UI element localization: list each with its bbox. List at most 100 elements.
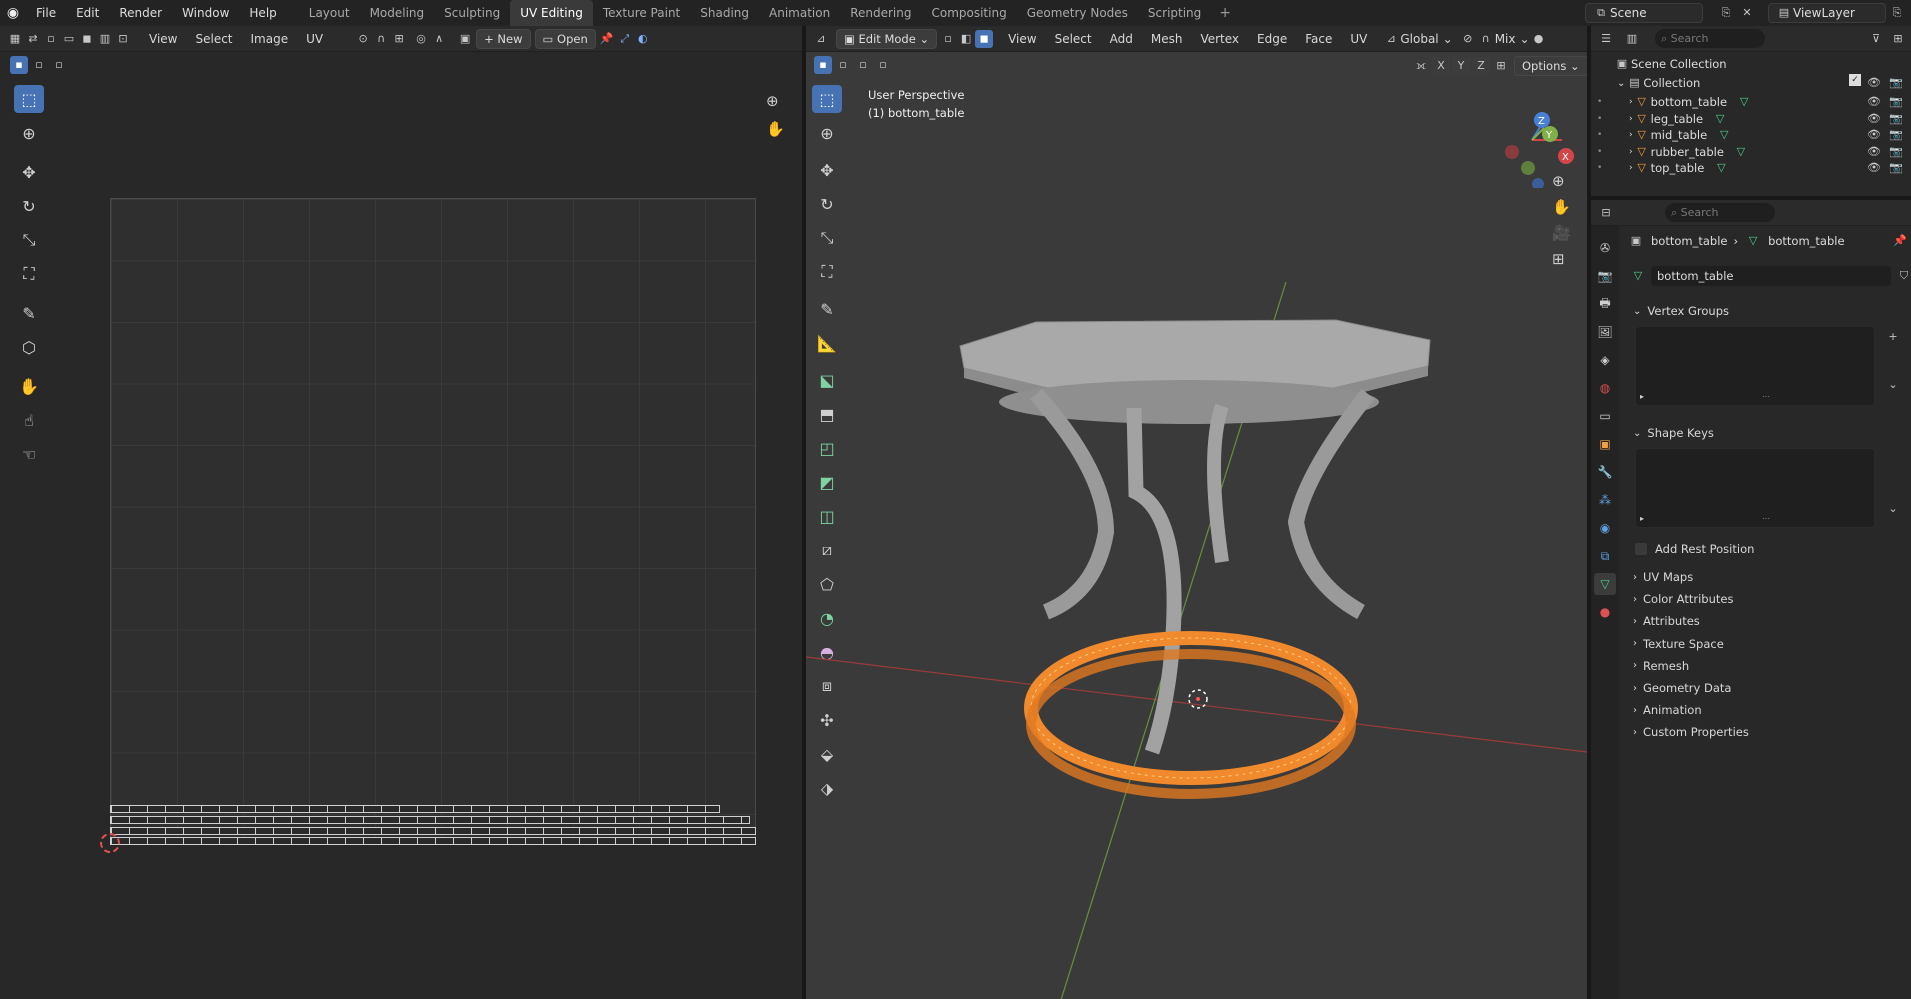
expand-collection-icon[interactable]: ⌄ xyxy=(1617,78,1625,89)
new-image-button[interactable]: + New xyxy=(476,28,531,49)
vertex-groups-panel-header[interactable]: ⌄ Vertex Groups xyxy=(1633,300,1729,322)
workspace-tab-compositing[interactable]: Compositing xyxy=(921,0,1016,26)
rotate-tool-icon[interactable]: ↻ xyxy=(14,192,44,220)
uv-menu-view[interactable]: View xyxy=(140,26,186,52)
mesh-browse-icon[interactable]: ▽ xyxy=(1629,267,1647,285)
add-rest-position-checkbox[interactable] xyxy=(1635,543,1647,555)
viewport-menu-edge[interactable]: Edge xyxy=(1248,26,1296,52)
editor-type-icon[interactable]: ⊿ xyxy=(812,30,830,48)
workspace-tab-scripting[interactable]: Scripting xyxy=(1138,0,1211,26)
menu-file[interactable]: File xyxy=(26,0,66,26)
new-scene-icon[interactable]: ⎘ xyxy=(1717,4,1735,22)
editor-type-icon[interactable]: ☰ xyxy=(1597,30,1615,48)
viewport-menu-face[interactable]: Face xyxy=(1296,26,1341,52)
menu-help[interactable]: Help xyxy=(239,0,286,26)
editor-type-icon[interactable]: ⊟ xyxy=(1597,204,1615,222)
snap-target-icon[interactable]: ⊞ xyxy=(390,30,408,48)
annotate-tool-icon[interactable]: ✎ xyxy=(14,299,44,327)
workspace-tab-animation[interactable]: Animation xyxy=(759,0,840,26)
view-layer-selector[interactable]: ▤ ViewLayer xyxy=(1768,3,1886,23)
pin-icon[interactable]: 📌 xyxy=(598,30,616,48)
select-new-icon[interactable]: ▪ xyxy=(10,56,28,74)
menu-window[interactable]: Window xyxy=(172,0,239,26)
mesh-data-tab-icon[interactable]: ▽ xyxy=(1594,573,1616,595)
uv-menu-select[interactable]: Select xyxy=(186,26,241,52)
orientation-icon[interactable]: ⊿ xyxy=(1382,30,1400,48)
viewport-menu-vertex[interactable]: Vertex xyxy=(1191,26,1248,52)
render-icon[interactable]: 📷 xyxy=(1887,74,1905,92)
ortho-toggle-icon[interactable]: ⊞ xyxy=(1552,250,1571,268)
vertex-select-icon[interactable]: ▫ xyxy=(42,30,60,48)
list-expand-icon[interactable]: ▸ xyxy=(1640,514,1644,523)
workspace-tab-uv-editing[interactable]: UV Editing xyxy=(510,0,593,26)
mesh-name-field[interactable]: bottom_table xyxy=(1651,266,1891,286)
render-tab-icon[interactable]: 📷 xyxy=(1594,265,1616,287)
viewport-menu-mesh[interactable]: Mesh xyxy=(1142,26,1192,52)
falloff-icon[interactable]: ∧ xyxy=(430,30,448,48)
particles-tab-icon[interactable]: ⁂ xyxy=(1594,489,1616,511)
panel-color-attributes[interactable]: › Color Attributes xyxy=(1633,588,1903,610)
mesh-data-icon[interactable]: ▽ xyxy=(1712,159,1730,177)
panel-custom-properties[interactable]: › Custom Properties xyxy=(1633,721,1903,743)
shape-keys-list[interactable]: ▸ ⋯ xyxy=(1635,448,1875,528)
face-select-icon[interactable]: ◼ xyxy=(78,30,96,48)
island-select-icon[interactable]: ▥ xyxy=(96,30,114,48)
proportional-edit-icon[interactable]: ◎ xyxy=(412,30,430,48)
edge-mode-icon[interactable]: ◧ xyxy=(957,30,975,48)
new-collection-icon[interactable]: ⊞ xyxy=(1889,30,1907,48)
zoom-icon[interactable]: ⊕ xyxy=(1552,172,1571,190)
new-view-layer-icon[interactable]: ⎘ xyxy=(1888,4,1906,22)
material-tab-icon[interactable]: ● xyxy=(1594,601,1616,623)
panel-attributes[interactable]: › Attributes xyxy=(1633,610,1903,632)
vertex-group-menu-icon[interactable]: ⌄ xyxy=(1884,376,1902,394)
uv-menu-image[interactable]: Image xyxy=(242,26,298,52)
uv-grid[interactable] xyxy=(110,198,756,844)
add-rest-position-row[interactable]: Add Rest Position xyxy=(1635,538,1754,560)
editor-type-icon[interactable]: ▦ xyxy=(6,30,24,48)
outliner-search[interactable]: ⌕ Search xyxy=(1655,29,1765,48)
workspace-tab-sculpting[interactable]: Sculpting xyxy=(434,0,510,26)
physics-tab-icon[interactable]: ◉ xyxy=(1594,517,1616,539)
viewport-menu-view[interactable]: View xyxy=(999,26,1045,52)
visibility-icon[interactable]: 👁 xyxy=(1865,74,1883,92)
add-workspace-icon[interactable]: + xyxy=(1211,5,1239,21)
world-tab-icon[interactable]: ◍ xyxy=(1594,377,1616,399)
view-layer-tab-icon[interactable]: 🖼 xyxy=(1594,321,1616,343)
image-browse-icon[interactable]: ▣ xyxy=(456,30,474,48)
list-expand-icon[interactable]: ▸ xyxy=(1640,392,1644,401)
output-tab-icon[interactable]: 🖶 xyxy=(1594,293,1616,315)
workspace-tab-layout[interactable]: Layout xyxy=(299,0,360,26)
shape-key-menu-icon[interactable]: ⌄ xyxy=(1884,500,1902,518)
tool-tab-icon[interactable]: ✇ xyxy=(1594,237,1616,259)
collection-row[interactable]: ⌄ ▤ Collection ✓ 👁 📷 xyxy=(1591,73,1911,93)
pan-icon[interactable]: ✋ xyxy=(766,120,785,138)
render-icon[interactable]: 📷 xyxy=(1887,159,1905,177)
panel-geometry-data[interactable]: › Geometry Data xyxy=(1633,677,1903,699)
blender-logo-icon[interactable]: ◉ xyxy=(0,0,26,26)
panel-uv-maps[interactable]: › UV Maps xyxy=(1633,566,1903,588)
workspace-tab-geometry-nodes[interactable]: Geometry Nodes xyxy=(1017,0,1138,26)
object-tab-icon[interactable]: ▣ xyxy=(1594,433,1616,455)
workspace-tab-shading[interactable]: Shading xyxy=(690,0,759,26)
uv-island-strip[interactable] xyxy=(110,837,756,845)
add-vertex-group-icon[interactable]: + xyxy=(1884,328,1902,346)
relax-tool-icon[interactable]: ☝ xyxy=(14,406,44,434)
open-image-button[interactable]: ▭ Open xyxy=(534,28,596,49)
list-resize-handle[interactable]: ⋯ xyxy=(1762,514,1770,523)
list-resize-handle[interactable]: ⋯ xyxy=(1762,392,1770,401)
visibility-icon[interactable]: 👁 xyxy=(1865,159,1883,177)
workspace-tab-texture-paint[interactable]: Texture Paint xyxy=(593,0,690,26)
panel-remesh[interactable]: › Remesh xyxy=(1633,655,1903,677)
zoom-icon[interactable]: ⊕ xyxy=(766,92,779,110)
viewport-menu-add[interactable]: Add xyxy=(1101,26,1142,52)
gizmo-toggle-icon[interactable]: ⤢ xyxy=(616,30,634,48)
scene-selector[interactable]: ⧉ Scene xyxy=(1585,3,1703,23)
transform-tool-icon[interactable]: ⛶ xyxy=(14,260,44,288)
display-mode-icon[interactable]: ▥ xyxy=(1623,30,1641,48)
menu-edit[interactable]: Edit xyxy=(66,0,109,26)
sticky-mode-icon[interactable]: ⊡ xyxy=(114,30,132,48)
workspace-tab-modeling[interactable]: Modeling xyxy=(360,0,435,26)
uv-island-strip[interactable] xyxy=(110,816,750,824)
pan-icon[interactable]: ✋ xyxy=(1552,198,1571,216)
pivot-point-icon[interactable]: ⊘ xyxy=(1459,30,1477,48)
